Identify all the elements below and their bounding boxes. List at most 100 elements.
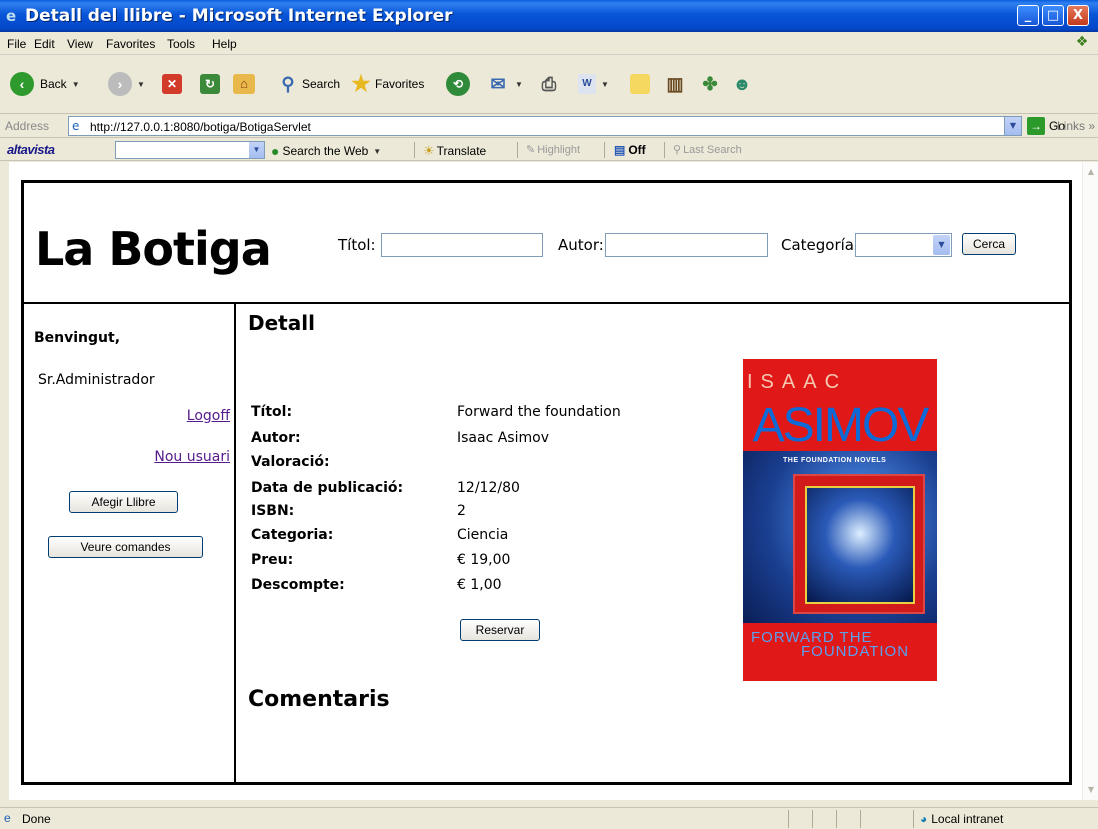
- print-button[interactable]: ⎙: [537, 66, 561, 102]
- highlight-label: Highlight: [537, 143, 581, 156]
- history-button[interactable]: ⟲: [446, 66, 470, 102]
- cover-author-last: ASIMOV: [743, 401, 937, 451]
- translate-label: Translate: [436, 144, 487, 158]
- scroll-down-icon[interactable]: ▼: [1083, 782, 1098, 798]
- altavista-dropdown-icon[interactable]: ▼: [249, 142, 264, 158]
- minimize-button[interactable]: _: [1017, 5, 1039, 26]
- separator: [664, 142, 665, 158]
- field-label: Data de publicació:: [251, 480, 404, 496]
- address-field[interactable]: e http://127.0.0.1:8080/botiga/BotigaSer…: [68, 116, 1022, 136]
- categoria-label: Categoría:: [781, 236, 860, 254]
- search-magnifier-icon: ⚲: [281, 74, 295, 94]
- menu-view[interactable]: View: [67, 37, 93, 51]
- categoria-select[interactable]: ▼: [855, 233, 952, 257]
- titol-label: Títol:: [338, 236, 376, 254]
- note-icon: [630, 74, 650, 94]
- window-title: Detall del llibre - Microsoft Internet E…: [25, 6, 453, 26]
- users-button[interactable]: ☻: [730, 66, 754, 102]
- menu-tools[interactable]: Tools: [167, 37, 195, 51]
- ie-page-icon: e: [6, 7, 17, 25]
- highlight-button[interactable]: ✎ Highlight: [526, 143, 581, 157]
- main-content: Detall Títol: Forward the foundation Aut…: [238, 304, 1069, 782]
- edit-button[interactable]: W ▼: [578, 66, 609, 102]
- mail-button[interactable]: ✉ ▼: [486, 66, 522, 102]
- translate-icon: ☀: [423, 143, 435, 158]
- status-cell: [812, 810, 813, 828]
- field-label: Descompte:: [251, 577, 345, 593]
- address-bar: Address e http://127.0.0.1:8080/botiga/B…: [0, 114, 1098, 138]
- search-web-button[interactable]: ● Search the Web ▼: [271, 143, 381, 159]
- globe-icon: ●: [271, 143, 280, 159]
- user-name: Sr.Administrador: [38, 372, 155, 388]
- scroll-up-icon[interactable]: ▲: [1083, 164, 1098, 180]
- add-book-button[interactable]: Afegir Llibre: [69, 491, 178, 513]
- links-label: Links: [1057, 119, 1086, 133]
- research-button[interactable]: ▥: [663, 66, 687, 102]
- messenger-button[interactable]: ✤: [698, 66, 722, 102]
- botiga-page: La Botiga Títol: Autor: Categoría: ▼ Cer…: [21, 180, 1072, 785]
- field-label: Categoria:: [251, 527, 334, 543]
- titol-input[interactable]: [381, 233, 543, 257]
- reserve-button[interactable]: Reservar: [460, 619, 540, 641]
- comments-heading: Comentaris: [248, 687, 390, 712]
- menu-favorites[interactable]: Favorites: [106, 37, 155, 51]
- highlight-icon: ✎: [526, 144, 536, 156]
- altavista-toolbar: altavista ▼ ● Search the Web ▼ ☀ Transla…: [0, 139, 1098, 161]
- last-search-label: Last Search: [683, 143, 742, 156]
- chevron-down-icon[interactable]: ▼: [933, 235, 950, 255]
- search-button[interactable]: ⚲ Search: [276, 66, 340, 102]
- view-orders-button[interactable]: Veure comandes: [48, 536, 203, 558]
- links-button[interactable]: Links »: [1057, 119, 1095, 133]
- cover-galaxy-art: [805, 486, 915, 604]
- popup-off-button[interactable]: ▤ Off: [614, 143, 646, 157]
- intranet-globe-icon: ◕: [920, 812, 928, 826]
- status-text: Done: [22, 812, 51, 826]
- menu-file[interactable]: File: [7, 37, 26, 51]
- new-user-link[interactable]: Nou usuari: [154, 449, 230, 465]
- menu-bar: File Edit View Favorites Tools Help ❖: [0, 32, 1098, 55]
- field-value-price: € 19,00: [457, 552, 511, 568]
- history-icon: ⟲: [446, 72, 470, 96]
- title-bar: e Detall del llibre - Microsoft Internet…: [0, 0, 1098, 32]
- vertical-scrollbar[interactable]: ▲ ▼: [1082, 162, 1098, 800]
- refresh-button[interactable]: ↻: [200, 66, 220, 102]
- field-label: Valoració:: [251, 454, 330, 470]
- cerca-button[interactable]: Cerca: [962, 233, 1016, 255]
- search-label: Search: [302, 77, 341, 91]
- field-value-category: Ciencia: [457, 527, 509, 543]
- back-label: Back: [40, 77, 67, 91]
- address-url[interactable]: http://127.0.0.1:8080/botiga/BotigaServl…: [90, 120, 311, 134]
- last-search-button[interactable]: ⚲ Last Search: [673, 143, 742, 157]
- cover-title-line2: FOUNDATION: [801, 643, 910, 660]
- back-button[interactable]: ‹ Back ▼: [10, 66, 80, 102]
- status-cell: [913, 810, 914, 828]
- maximize-button[interactable]: □: [1042, 5, 1064, 26]
- ie-page-icon: e: [4, 811, 11, 825]
- status-cell: [788, 810, 789, 828]
- home-button[interactable]: ⌂: [233, 66, 255, 102]
- altavista-logo: altavista: [7, 142, 55, 157]
- menu-edit[interactable]: Edit: [34, 37, 55, 51]
- research-books-icon: ▥: [666, 74, 684, 94]
- windows-logo-icon: ❖: [1075, 34, 1089, 50]
- menu-help[interactable]: Help: [212, 37, 237, 51]
- address-dropdown-icon[interactable]: ▼: [1004, 117, 1021, 135]
- search-web-label: Search the Web: [282, 144, 369, 158]
- logoff-link[interactable]: Logoff: [187, 408, 230, 424]
- field-label: ISBN:: [251, 503, 295, 519]
- discuss-button[interactable]: [630, 66, 650, 102]
- forward-button[interactable]: › ▼: [108, 66, 145, 102]
- autor-input[interactable]: [605, 233, 768, 257]
- detail-heading: Detall: [248, 311, 315, 335]
- favorites-button[interactable]: ★ Favorites: [349, 66, 424, 102]
- address-label: Address: [5, 119, 50, 133]
- brand-title: La Botiga: [35, 222, 272, 276]
- mail-icon: ✉: [490, 74, 506, 94]
- close-button[interactable]: X: [1067, 5, 1089, 26]
- altavista-search-input[interactable]: ▼: [115, 141, 265, 159]
- stop-button[interactable]: ✕: [162, 66, 182, 102]
- separator: [604, 142, 605, 158]
- book-cover-image: ISAAC ASIMOV THE FOUNDATION NOVELS FORWA…: [743, 359, 937, 681]
- field-label: Autor:: [251, 430, 301, 446]
- translate-button[interactable]: ☀ Translate: [423, 143, 486, 159]
